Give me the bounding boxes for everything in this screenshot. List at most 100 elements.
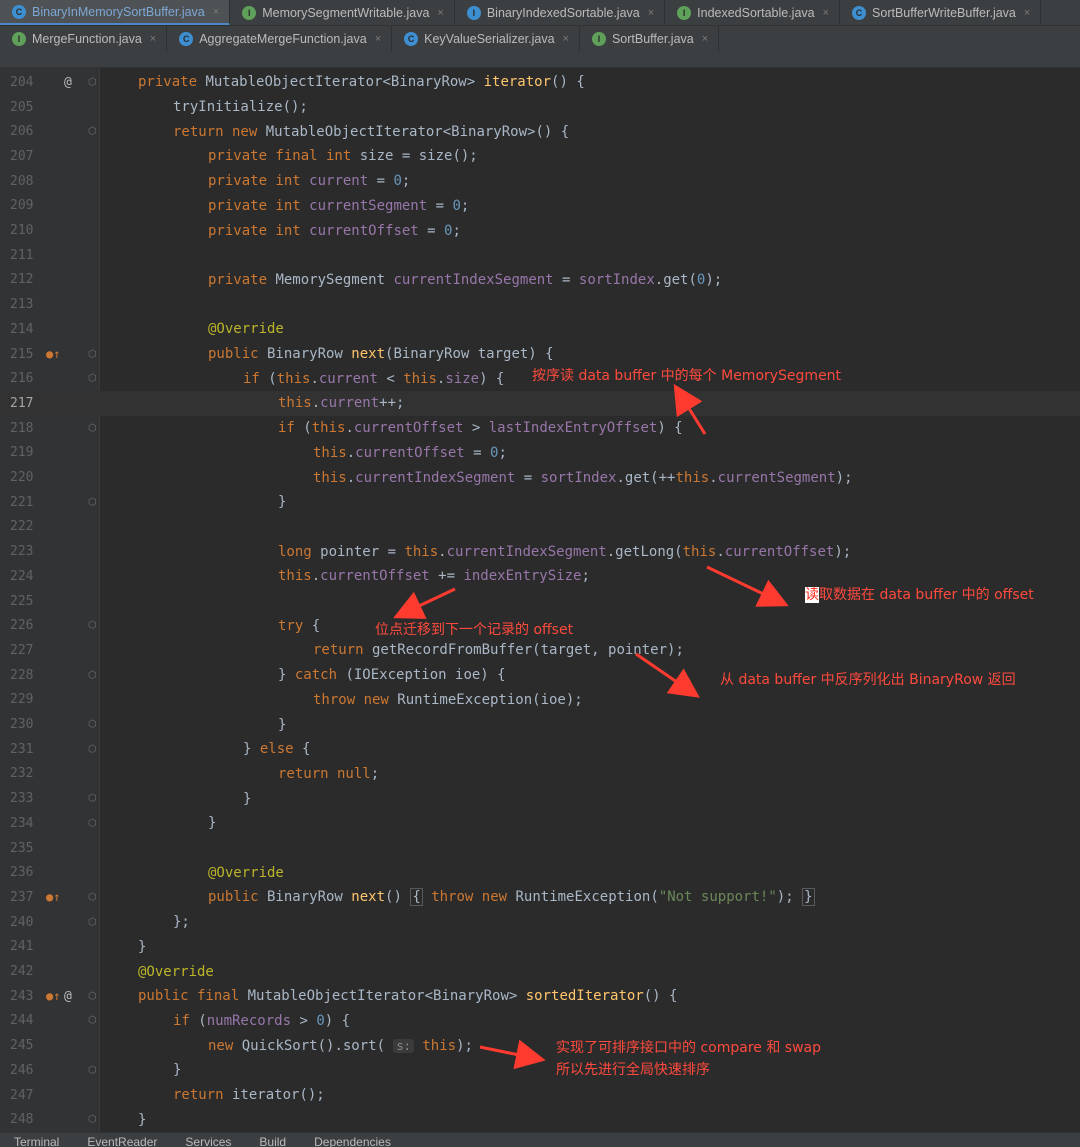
code-line[interactable]: 246 ⬡}: [0, 1058, 1080, 1083]
code-token: iterator: [483, 74, 552, 91]
code-line[interactable]: 205 tryInitialize();: [0, 95, 1080, 120]
fold-icon[interactable]: ⬡: [88, 991, 97, 1002]
interface-icon: I: [591, 32, 606, 46]
code-text: return iterator();: [173, 1087, 325, 1103]
tab-label: SortBuffer.java: [611, 32, 694, 46]
code-line[interactable]: 214 @Override: [0, 317, 1080, 342]
code-line[interactable]: 235: [0, 836, 1080, 861]
code-line[interactable]: 237 ●↑ ⬡ public BinaryRow next() { throw ne…: [0, 885, 1080, 910]
code-line[interactable]: 212 private MemorySegment currentIndexSeg…: [0, 268, 1080, 293]
code-line[interactable]: 223 long pointer = this.currentIndexSegme…: [0, 539, 1080, 564]
fold-icon[interactable]: ⬡: [88, 818, 97, 829]
code-line[interactable]: 243 @ ●↑ ⬡ public final MutableObjectIterato…: [0, 984, 1080, 1009]
close-tab-icon[interactable]: ×: [375, 33, 381, 45]
code-line[interactable]: 207 private final int size = size();: [0, 144, 1080, 169]
code-line[interactable]: 215 ●↑ ⬡ public BinaryRow next(BinaryRow ta…: [0, 342, 1080, 367]
fold-icon[interactable]: ⬡: [88, 892, 97, 903]
code-line[interactable]: 222: [0, 515, 1080, 540]
fold-icon[interactable]: ⬡: [88, 126, 97, 137]
code-line[interactable]: 221 ⬡}: [0, 490, 1080, 515]
tool-window-eventreader[interactable]: EventReader: [87, 1135, 157, 1147]
fold-icon[interactable]: ⬡: [88, 423, 97, 434]
tool-window-services[interactable]: Services: [185, 1135, 231, 1147]
tab-aggregate-merge-function[interactable]: C AggregateMergeFunction.java ×: [167, 26, 393, 52]
code-line[interactable]: 244 ⬡ if (numRecords > 0) {: [0, 1009, 1080, 1034]
code-line[interactable]: 234 ⬡}: [0, 811, 1080, 836]
fold-icon[interactable]: ⬡: [88, 620, 97, 631]
tool-window-build[interactable]: Build: [259, 1135, 286, 1147]
line-number: 204: [10, 74, 34, 90]
fold-icon[interactable]: ⬡: [88, 1015, 97, 1026]
close-tab-icon[interactable]: ×: [702, 33, 708, 45]
fold-icon[interactable]: ⬡: [88, 1065, 97, 1076]
code-token: .: [346, 469, 356, 486]
tab-binary-indexed-sortable[interactable]: I BinaryIndexedSortable.java ×: [455, 0, 666, 25]
close-tab-icon[interactable]: ×: [1024, 7, 1030, 19]
tab-merge-function[interactable]: I MergeFunction.java ×: [0, 26, 168, 52]
code-token: 0: [393, 173, 402, 190]
tab-key-value-serializer[interactable]: C KeyValueSerializer.java ×: [392, 26, 580, 52]
fold-icon[interactable]: ⬡: [88, 349, 97, 360]
fold-icon[interactable]: ⬡: [88, 1114, 97, 1125]
code-token: (): [385, 889, 411, 906]
note-read-offset-highlight: 读: [805, 587, 819, 603]
fold-icon[interactable]: ⬡: [88, 744, 97, 755]
code-line[interactable]: 208 private int current = 0;: [0, 169, 1080, 194]
tool-window-terminal[interactable]: Terminal: [14, 1135, 59, 1147]
code-line[interactable]: 231 ⬡} else {: [0, 737, 1080, 762]
close-tab-icon[interactable]: ×: [823, 7, 829, 19]
fold-icon[interactable]: ⬡: [88, 77, 97, 88]
code-line[interactable]: 247 return iterator();: [0, 1083, 1080, 1108]
fold-icon[interactable]: ⬡: [88, 793, 97, 804]
code-token: currentSegment: [309, 197, 428, 214]
code-line[interactable]: 217 this.current++;: [0, 391, 1080, 416]
fold-icon[interactable]: ⬡: [88, 670, 97, 681]
code-token: );: [835, 469, 853, 486]
close-tab-icon[interactable]: ×: [648, 7, 654, 19]
code-line[interactable]: 227 return getRecordFromBuffer(target, po…: [0, 638, 1080, 663]
code-line[interactable]: 218 ⬡ if (this.currentOffset > lastIndexEn…: [0, 416, 1080, 441]
fold-icon[interactable]: ⬡: [88, 719, 97, 730]
code-line[interactable]: 229 throw new RuntimeException(ioe);: [0, 688, 1080, 713]
code-line[interactable]: 248 ⬡}: [0, 1107, 1080, 1132]
tab-indexed-sortable[interactable]: I IndexedSortable.java ×: [665, 0, 841, 25]
code-line[interactable]: 241}: [0, 935, 1080, 960]
code-line[interactable]: 233 ⬡}: [0, 786, 1080, 811]
code-line[interactable]: 242 @Override: [0, 959, 1080, 984]
tab-memory-segment-writable[interactable]: I MemorySegmentWritable.java ×: [230, 0, 455, 25]
override-marker-icon[interactable]: ●↑: [46, 989, 60, 1003]
fold-icon[interactable]: ⬡: [88, 373, 97, 384]
tab-binary-in-memory-sort-buffer[interactable]: C BinaryInMemorySortBuffer.java ×: [0, 0, 231, 25]
code-line[interactable]: 204 @ ⬡ private MutableObjectIterator<Binar…: [0, 70, 1080, 95]
close-tab-icon[interactable]: ×: [563, 33, 569, 45]
close-tab-icon[interactable]: ×: [150, 33, 156, 45]
fold-icon[interactable]: ⬡: [88, 917, 97, 928]
code-text: private MemorySegment currentIndexSegmen…: [208, 272, 722, 288]
code-line[interactable]: 206 ⬡ return new MutableObjectIterator<Bin…: [0, 119, 1080, 144]
code-token: long: [278, 543, 312, 560]
close-tab-icon[interactable]: ×: [213, 6, 219, 18]
code-line[interactable]: 232 return null;: [0, 762, 1080, 787]
code-line[interactable]: 213: [0, 292, 1080, 317]
code-line[interactable]: 210 private int currentOffset = 0;: [0, 218, 1080, 243]
code-line[interactable]: 245 new QuickSort().sort( s: this);: [0, 1033, 1080, 1058]
code-line[interactable]: 219 this.currentOffset = 0;: [0, 441, 1080, 466]
code-token: throw new: [431, 889, 508, 906]
tool-window-dependencies[interactable]: Dependencies: [314, 1135, 391, 1147]
code-line[interactable]: 236 @Override: [0, 860, 1080, 885]
tab-sort-buffer-write-buffer[interactable]: C SortBufferWriteBuffer.java ×: [840, 0, 1042, 25]
tab-sort-buffer[interactable]: I SortBuffer.java ×: [580, 26, 720, 52]
code-token: currentOffset: [320, 568, 430, 585]
code-line[interactable]: 209 private int currentSegment = 0;: [0, 194, 1080, 219]
code-line[interactable]: 230 ⬡}: [0, 712, 1080, 737]
override-marker-icon[interactable]: ●↑: [46, 890, 60, 904]
code-line[interactable]: 220 this.currentIndexSegment = sortIndex.…: [0, 465, 1080, 490]
close-tab-icon[interactable]: ×: [437, 7, 443, 19]
override-marker-icon[interactable]: ●↑: [46, 347, 60, 361]
fold-icon[interactable]: ⬡: [88, 497, 97, 508]
code-line[interactable]: 211: [0, 243, 1080, 268]
line-number: 233: [10, 791, 34, 807]
line-number: 245: [10, 1038, 34, 1054]
code-line[interactable]: 240 ⬡};: [0, 910, 1080, 935]
line-number: 241: [10, 939, 34, 955]
